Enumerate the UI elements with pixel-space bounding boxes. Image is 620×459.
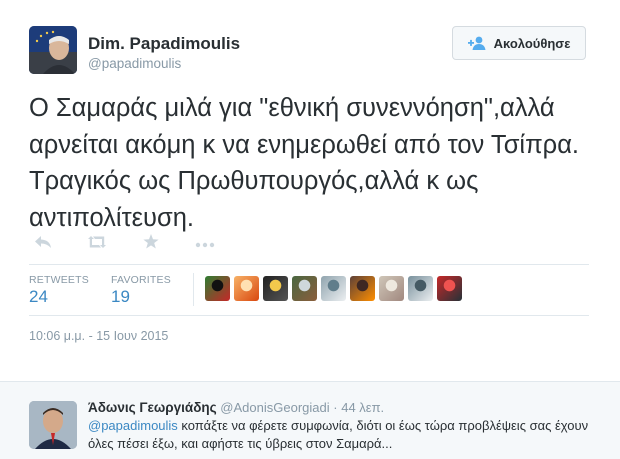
follow-button[interactable]: Ακολούθησε [452, 26, 586, 60]
more-button[interactable] [191, 234, 219, 254]
reply-time[interactable]: 44 λεπ. [341, 400, 384, 415]
favoriter-avatar-1[interactable] [205, 276, 230, 301]
retweet-button[interactable] [83, 234, 111, 254]
tweet-actions [29, 234, 245, 254]
retweets-count[interactable]: 24 [29, 287, 48, 307]
add-user-icon [467, 36, 488, 50]
retweets-label[interactable]: RETWEETS [29, 274, 89, 286]
favoriter-avatar-7[interactable] [379, 276, 404, 301]
favorites-label[interactable]: FAVORITES [111, 274, 171, 286]
reply-text: @papadimoulis κοπάξτε να φέρετε συμφωνία… [88, 417, 608, 453]
reply-author-handle[interactable]: @AdonisGeorgiadi [220, 400, 329, 415]
favoriter-avatar-2[interactable] [234, 276, 259, 301]
stats-top-divider [29, 264, 589, 265]
more-icon [195, 235, 215, 253]
favorite-icon [143, 234, 159, 254]
reply-header: Άδωνις Γεωργιάδης @AdonisGeorgiadi · 44 … [88, 400, 384, 415]
tweet-timestamp[interactable]: 10:06 μ.μ. - 15 Ιουν 2015 [29, 329, 168, 343]
favoriter-avatar-6[interactable] [350, 276, 375, 301]
follow-button-label: Ακολούθησε [493, 35, 571, 51]
favorites-count[interactable]: 19 [111, 287, 130, 307]
reply-mention[interactable]: @papadimoulis [88, 418, 178, 433]
author-handle[interactable]: @papadimoulis [88, 56, 181, 71]
favorite-button[interactable] [137, 234, 165, 254]
favoriter-avatar-4[interactable] [292, 276, 317, 301]
reply-author-avatar[interactable] [29, 401, 77, 449]
reply-author-name[interactable]: Άδωνις Γεωργιάδης [88, 400, 217, 415]
favoriter-avatar-8[interactable] [408, 276, 433, 301]
stats-bottom-divider [29, 315, 589, 316]
stats-separator [193, 273, 194, 306]
reply-separator: · [333, 400, 338, 415]
favoriter-avatar-5[interactable] [321, 276, 346, 301]
author-avatar[interactable] [29, 26, 77, 74]
favoriter-avatar-3[interactable] [263, 276, 288, 301]
reply-icon [34, 235, 52, 254]
favoriter-avatar-9[interactable] [437, 276, 462, 301]
favoriter-avatars [205, 276, 462, 301]
retweet-icon [86, 235, 108, 254]
tweet-text: Ο Σαμαράς μιλά για "εθνική συνεννόηση",α… [29, 94, 580, 232]
reply-button[interactable] [29, 234, 57, 254]
author-name[interactable]: Dim. Papadimoulis [88, 34, 240, 54]
